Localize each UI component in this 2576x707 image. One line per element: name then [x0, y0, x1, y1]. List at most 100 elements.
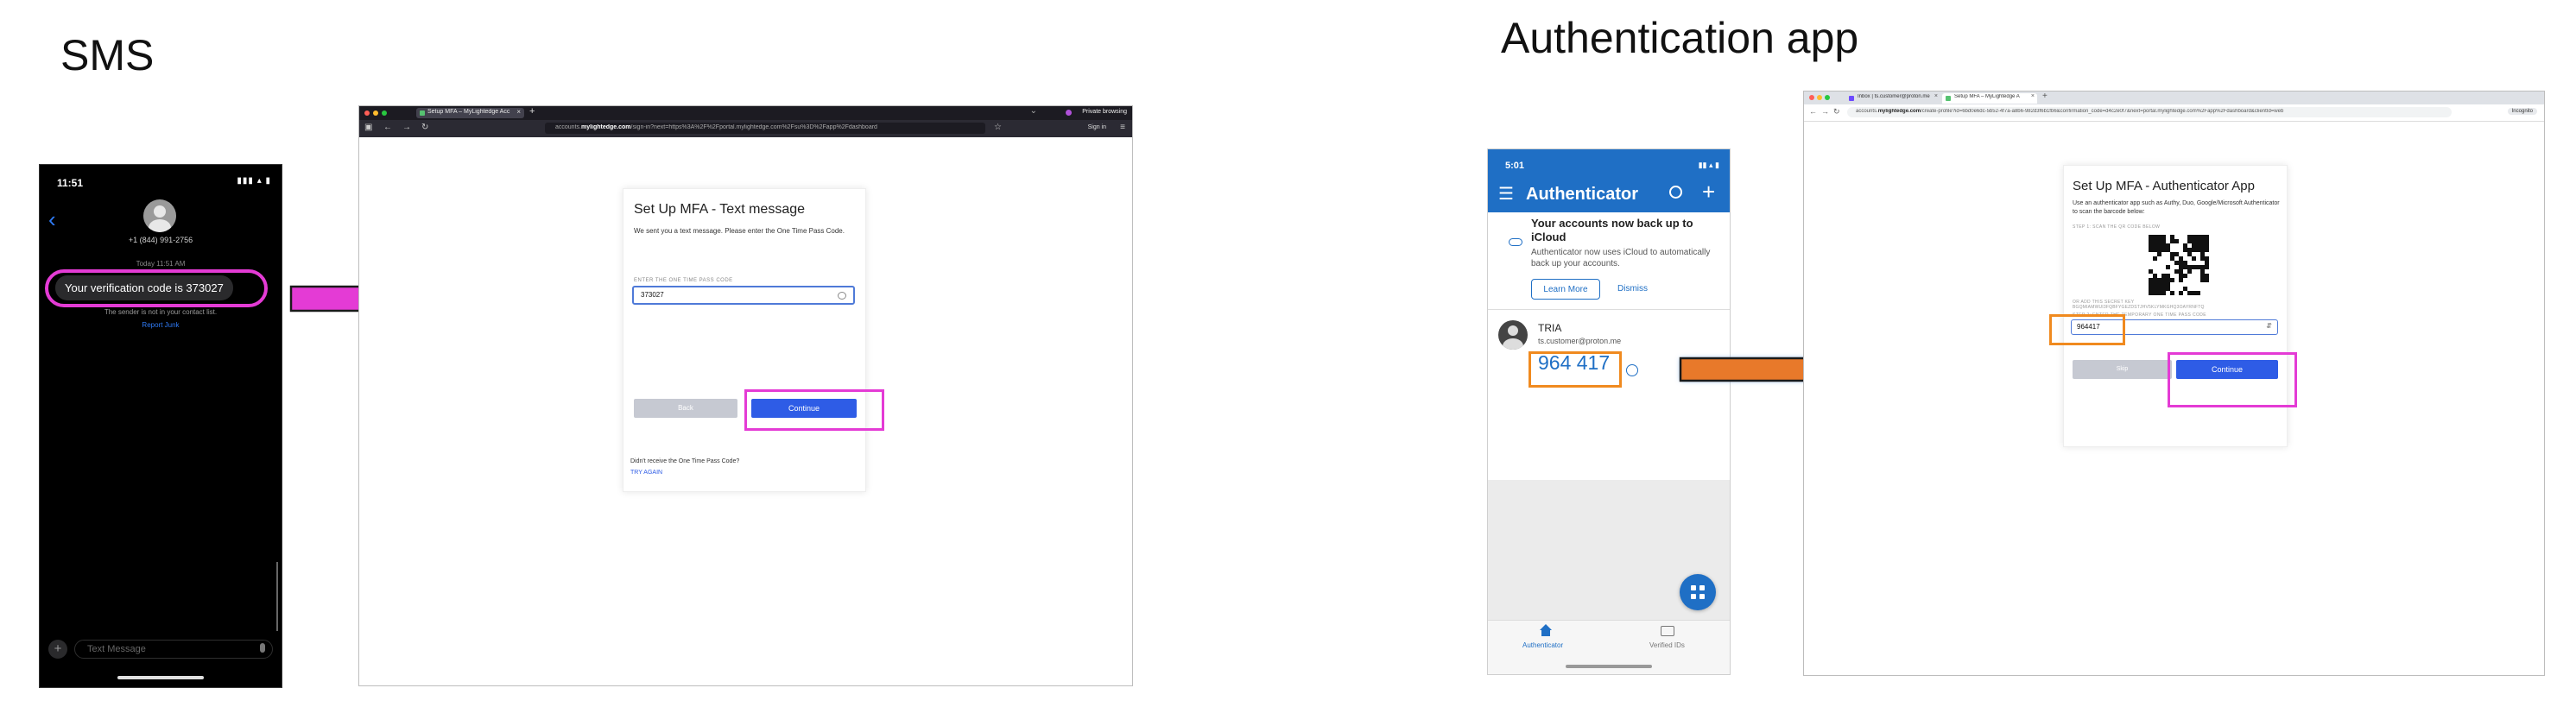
spinner-arrows-icon[interactable]: ⇵: [2266, 322, 2272, 330]
hamburger-menu-icon[interactable]: ☰: [1498, 183, 1514, 205]
try-again-link[interactable]: TRY AGAIN: [630, 470, 662, 476]
bookmark-star-icon[interactable]: ☆: [994, 123, 1002, 132]
secret-key[interactable]: BGQMIAMWUI3FQBFYGEZDSTJHV5KLYMKGHQ3OAYRN…: [2073, 305, 2280, 310]
tab-title: Setup MFA – MyLightedge Acc: [427, 109, 510, 115]
reload-icon[interactable]: ↻: [1833, 107, 1840, 117]
private-browsing-icon: [1066, 110, 1072, 116]
show-password-icon[interactable]: [838, 292, 846, 300]
tab-title: Setup MFA – MyLightedge A: [1954, 94, 2020, 99]
tab-setup-mfa[interactable]: Setup MFA – MyLightedge Acc ×: [416, 108, 524, 118]
contact-avatar[interactable]: [143, 199, 176, 232]
reload-icon[interactable]: ↻: [421, 123, 428, 132]
learn-more-button[interactable]: Learn More: [1531, 279, 1600, 300]
back-icon[interactable]: ←: [1809, 107, 1817, 116]
dismiss-button[interactable]: Dismiss: [1617, 284, 1648, 294]
account-email: ts.customer@proton.me: [1538, 337, 1622, 345]
app-title: Authenticator: [1526, 185, 1638, 204]
mfa-text-message-card: Set Up MFA - Text message We sent you a …: [623, 188, 884, 492]
search-icon[interactable]: [1669, 186, 1682, 199]
divider: [1488, 309, 1730, 310]
message-input[interactable]: Text Message: [74, 640, 273, 659]
continue-highlight: [744, 389, 884, 431]
report-junk-link[interactable]: Report Junk: [40, 321, 282, 329]
add-account-icon[interactable]: +: [1702, 179, 1715, 205]
close-tab-icon[interactable]: ×: [1934, 93, 1938, 99]
message-timestamp: Today 11:51 AM: [136, 260, 186, 268]
tab-list-chevron-icon[interactable]: ⌄: [1030, 106, 1037, 116]
sms-heading: SMS: [60, 31, 155, 79]
minimize-window-icon[interactable]: [1817, 95, 1822, 100]
address-bar[interactable]: accounts.mylightedge.com/create-profile?…: [1847, 107, 2452, 117]
tab-inbox[interactable]: Inbox | ts.customer@proton.me ×: [1845, 93, 1940, 104]
home-icon[interactable]: [1540, 624, 1552, 630]
private-browsing-label: Private browsing: [1082, 109, 1127, 115]
incognito-badge[interactable]: Incognito: [2507, 108, 2537, 115]
close-tab-icon[interactable]: ×: [2031, 93, 2035, 99]
menu-icon[interactable]: ≡: [1120, 123, 1125, 132]
sign-in-button[interactable]: Sign in: [1088, 124, 1106, 130]
timer-icon: [1626, 364, 1638, 376]
status-icons: ▮▮ ▴ ▮: [1698, 161, 1719, 169]
navigation-bar: ← → ↻ accounts.mylightedge.com/create-pr…: [1804, 104, 2544, 122]
sidebar-icon[interactable]: ▣: [364, 123, 372, 132]
pass-code-label: ENTER THE ONE TIME PASS CODE: [634, 278, 733, 283]
card-title: Set Up MFA - Authenticator App: [2073, 179, 2255, 193]
microphone-icon[interactable]: [260, 643, 265, 653]
step-1-label: STEP 1: SCAN THE QR CODE BELOW: [2073, 224, 2161, 230]
scan-qr-fab-icon[interactable]: [1680, 574, 1716, 610]
backup-banner-description: Authenticator now uses iCloud to automat…: [1531, 248, 1711, 268]
back-chevron-icon[interactable]: ‹: [48, 206, 56, 233]
account-name[interactable]: TRIA: [1538, 322, 1561, 334]
forward-icon[interactable]: →: [1821, 107, 1829, 116]
account-avatar: [1498, 320, 1528, 350]
close-tab-icon[interactable]: ×: [516, 108, 521, 116]
back-button[interactable]: Back: [634, 399, 737, 418]
tab-authenticator[interactable]: Authenticator: [1522, 641, 1563, 649]
code-highlight: [1529, 351, 1622, 388]
status-time: 5:01: [1505, 161, 1525, 171]
authenticator-phone-screenshot: 5:01 ▮▮ ▴ ▮ ☰ Authenticator + Your accou…: [1487, 148, 1731, 675]
new-tab-icon[interactable]: +: [529, 106, 535, 117]
pass-code-input[interactable]: 373027: [632, 286, 855, 305]
plus-icon[interactable]: +: [48, 640, 67, 659]
pass-code-value: 373027: [641, 291, 664, 299]
message-input-placeholder: Text Message: [87, 644, 146, 654]
tab-bar: Setup MFA – MyLightedge Acc × + ⌄ Privat…: [359, 106, 1132, 120]
maximize-window-icon[interactable]: [1825, 95, 1830, 100]
id-card-icon[interactable]: [1661, 626, 1674, 636]
sender-number[interactable]: +1 (844) 991-2756: [40, 236, 282, 244]
new-tab-icon[interactable]: +: [2042, 92, 2048, 101]
sms-phone-screenshot: 11:51 ▮▮▮ ▴ ▮ ‹ +1 (844) 991-2756 Today …: [39, 164, 282, 688]
navigation-bar: ▣ ← → ↻ accounts.mylightedge.com/sign-in…: [359, 120, 1132, 137]
forward-icon[interactable]: →: [402, 123, 411, 132]
unknown-sender-notice: The sender is not in your contact list.: [104, 308, 218, 316]
card-description: Use an authenticator app such as Authy, …: [2073, 200, 2280, 215]
site-favicon-icon: [1946, 96, 1951, 101]
mail-favicon-icon: [1849, 96, 1854, 101]
tab-setup-mfa[interactable]: Setup MFA – MyLightedge A ×: [1942, 93, 2037, 104]
card-description: We sent you a text message. Please enter…: [634, 227, 845, 235]
browser-window-sms-mfa: Setup MFA – MyLightedge Acc × + ⌄ Privat…: [358, 105, 1133, 686]
continue-highlight: [2168, 352, 2297, 407]
maximize-window-icon[interactable]: [382, 110, 387, 116]
authentication-app-heading: Authentication app: [1501, 14, 1859, 62]
site-favicon-icon: [420, 110, 425, 116]
tab-verified-ids[interactable]: Verified IDs: [1649, 641, 1685, 649]
tab-title: Inbox | ts.customer@proton.me: [1858, 94, 1930, 99]
skip-button[interactable]: Skip: [2073, 360, 2172, 379]
url-text: accounts.mylightedge.com/create-profile?…: [1856, 109, 2284, 114]
resend-question: Didn't receive the One Time Pass Code?: [630, 458, 740, 464]
close-window-icon[interactable]: [1809, 95, 1814, 100]
minimize-window-icon[interactable]: [373, 110, 378, 116]
address-bar[interactable]: accounts.mylightedge.com/sign-in?next=ht…: [545, 123, 985, 134]
home-icon-base: [1541, 630, 1550, 636]
pass-code-highlight: [2049, 314, 2125, 345]
backup-banner-title: Your accounts now back up to iCloud: [1531, 217, 1693, 243]
tab-bar: Inbox | ts.customer@proton.me × Setup MF…: [1804, 92, 2544, 104]
status-icons: ▮▮▮ ▴ ▮: [237, 176, 271, 186]
app-header: 5:01 ▮▮ ▴ ▮ ☰ Authenticator +: [1488, 149, 1730, 212]
status-time: 11:51: [57, 177, 84, 189]
close-window-icon[interactable]: [364, 110, 370, 116]
back-icon[interactable]: ←: [383, 123, 392, 132]
scrollbar: [276, 562, 278, 631]
